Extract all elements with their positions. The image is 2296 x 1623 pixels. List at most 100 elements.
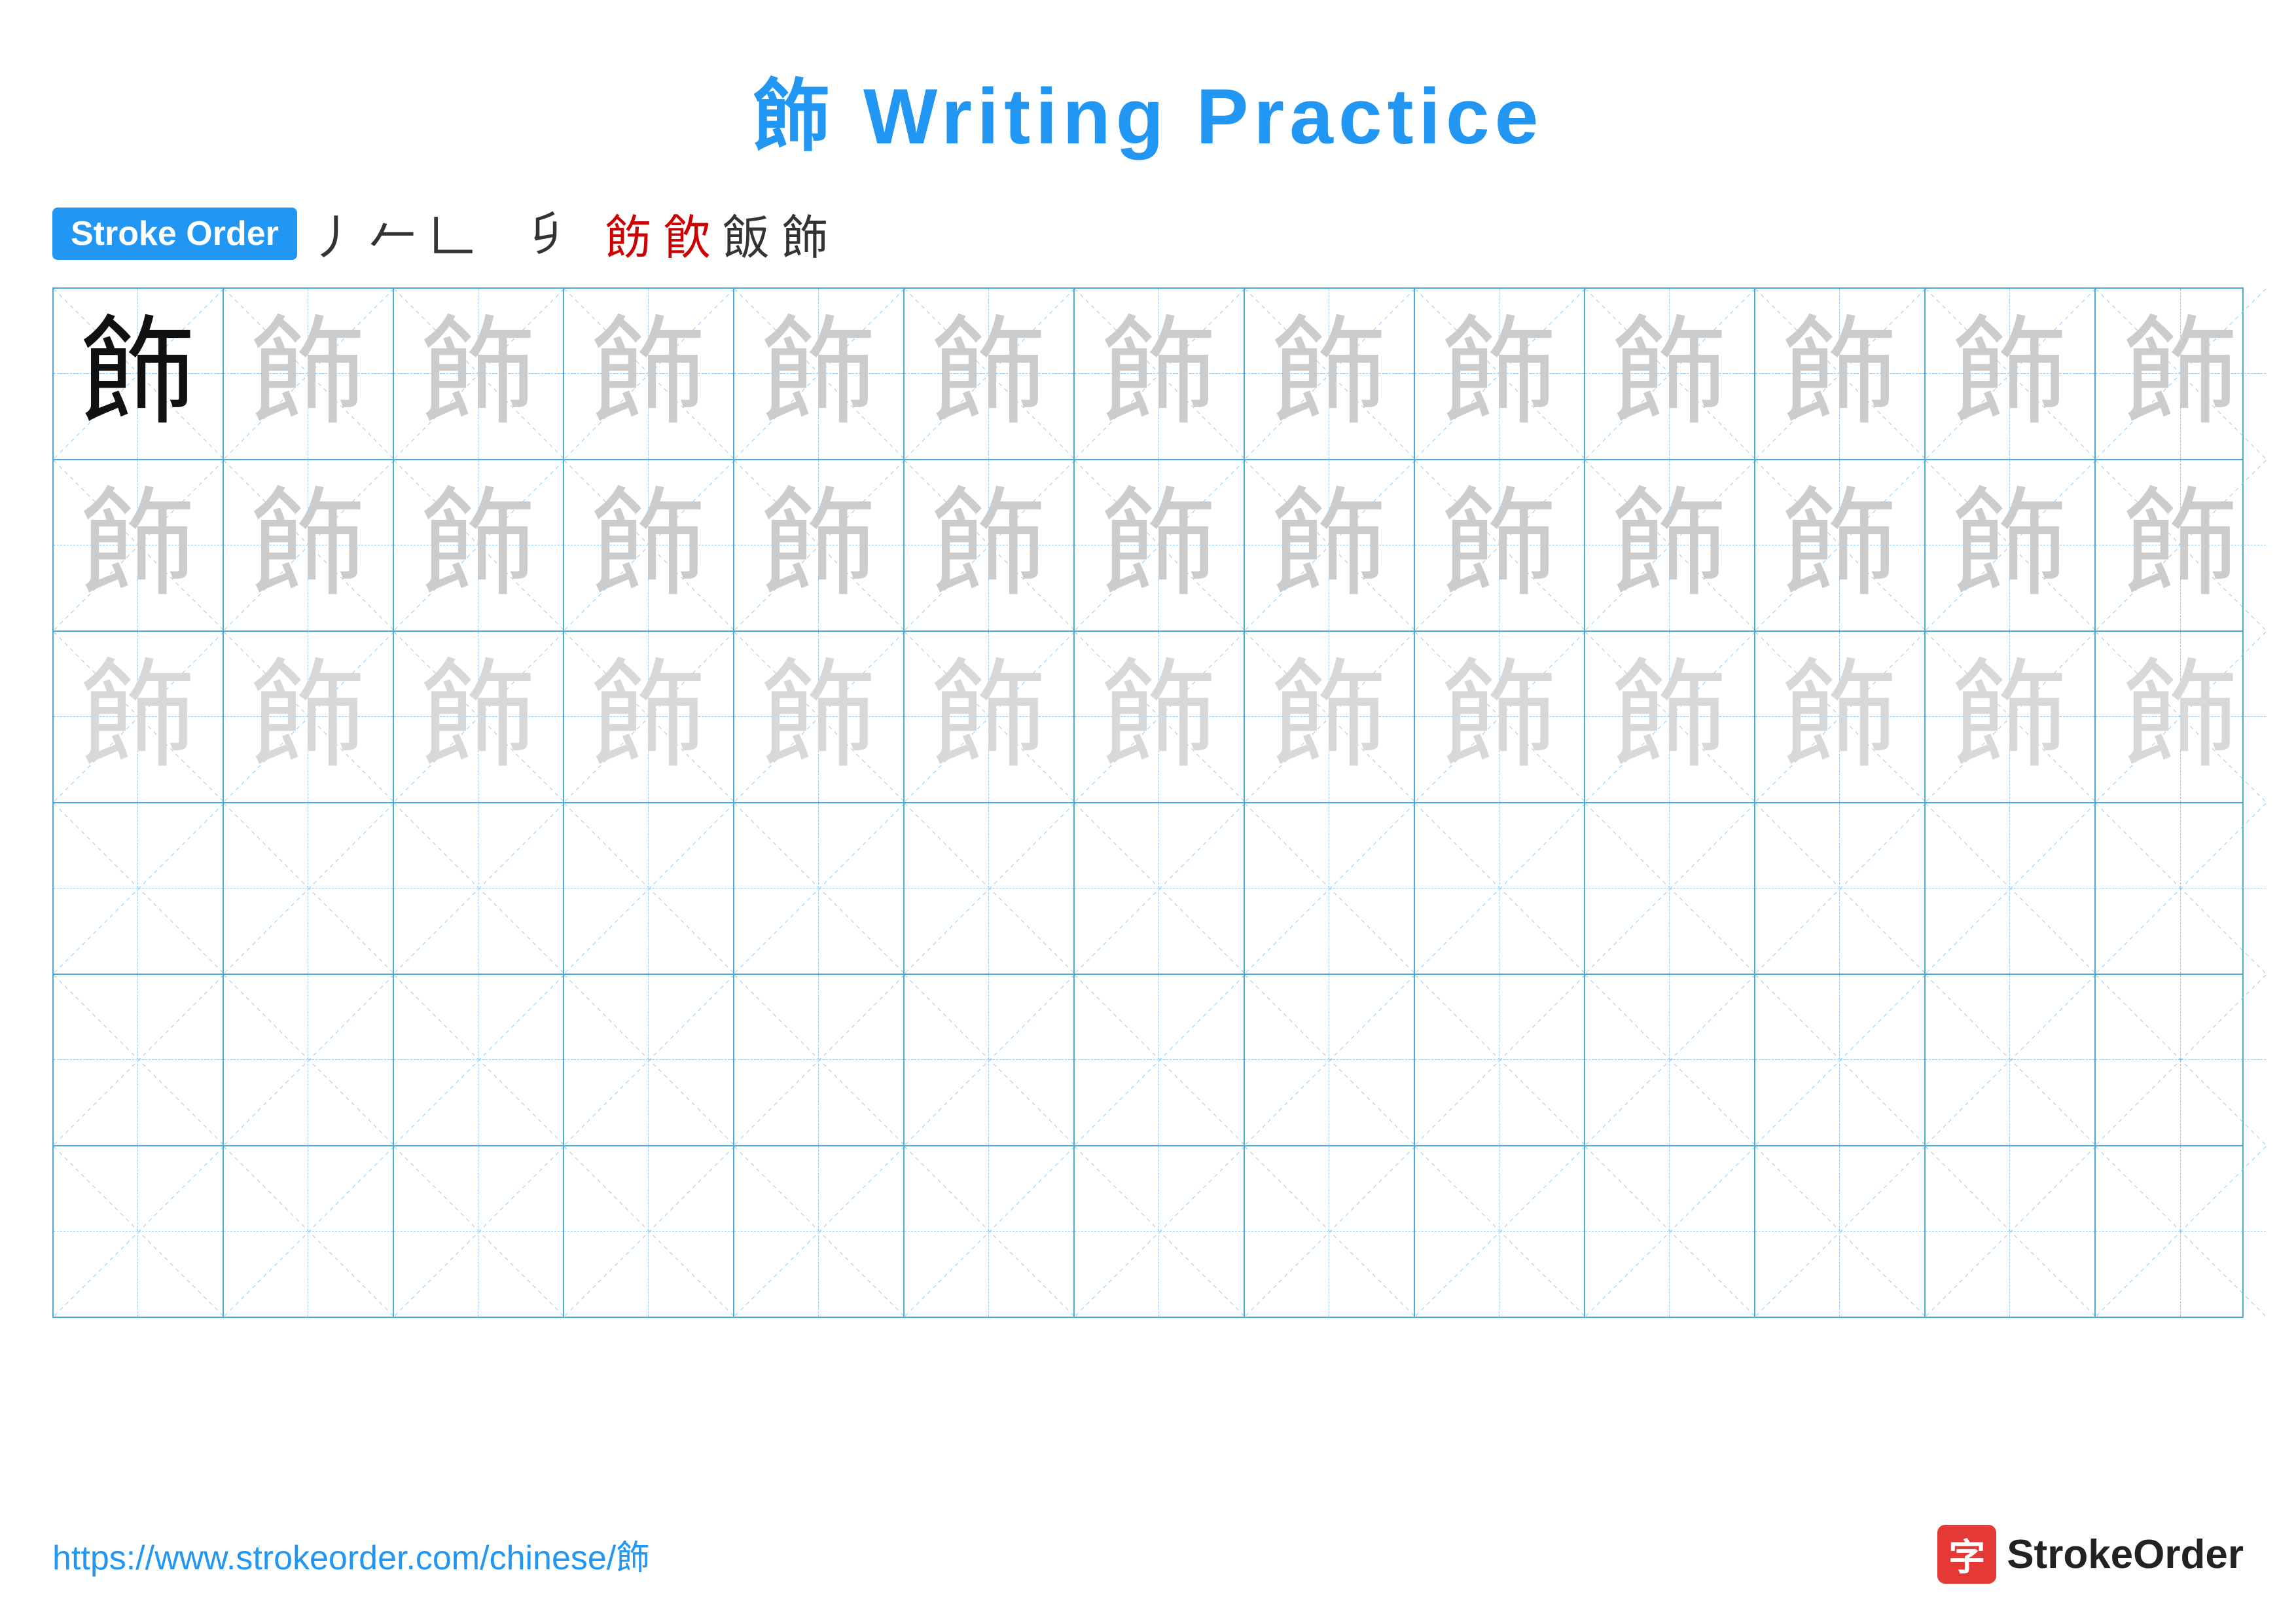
grid-row-2: 飾 飾 飾 飾 飾 飾 飾 飾 (54, 460, 2242, 632)
grid-cell-r3c11[interactable]: 飾 (1755, 632, 1926, 802)
grid-cell-r6c4[interactable] (564, 1146, 734, 1317)
grid-cell-r5c3[interactable] (394, 975, 564, 1145)
grid-cell-r4c10[interactable] (1585, 803, 1755, 974)
grid-cell-r4c9[interactable] (1415, 803, 1585, 974)
char-display: 飾 (590, 486, 708, 604)
grid-cell-r1c6[interactable]: 飾 (905, 289, 1075, 459)
stroke-order-row: Stroke Order 丿 𠂉 𠃊 𠂋 𠂌 𠂍 𠂎 𠂏 𠂐 飭 飮 飯 飾 (52, 199, 2244, 268)
stroke-11: 飮 (664, 199, 711, 268)
grid-cell-r6c6[interactable] (905, 1146, 1075, 1317)
grid-cell-r2c6[interactable]: 飾 (905, 460, 1075, 630)
footer-url[interactable]: https://www.strokeorder.com/chinese/飾 (52, 1530, 650, 1579)
grid-cell-r5c11[interactable] (1755, 975, 1926, 1145)
grid-cell-r2c7[interactable]: 飾 (1075, 460, 1245, 630)
char-display: 飾 (1100, 486, 1218, 604)
char-display: 飾 (79, 658, 197, 776)
char-display-r1c10: 飾 (1611, 315, 1729, 433)
grid-cell-r1c11[interactable]: 飾 (1755, 289, 1926, 459)
grid-cell-r6c7[interactable] (1075, 1146, 1245, 1317)
grid-cell-r3c1[interactable]: 飾 (54, 632, 224, 802)
grid-cell-r2c4[interactable]: 飾 (564, 460, 734, 630)
grid-cell-r4c5[interactable] (734, 803, 905, 974)
grid-cell-r4c12[interactable] (1926, 803, 2096, 974)
grid-cell-r5c12[interactable] (1926, 975, 2096, 1145)
char-display: 飾 (930, 658, 1048, 776)
grid-cell-r2c3[interactable]: 飾 (394, 460, 564, 630)
grid-cell-r5c8[interactable] (1245, 975, 1415, 1145)
grid-cell-r1c8[interactable]: 飾 (1245, 289, 1415, 459)
grid-cell-r1c4[interactable]: 飾 (564, 289, 734, 459)
grid-cell-r1c10[interactable]: 飾 (1585, 289, 1755, 459)
practice-grid[interactable]: 飾 飾 飾 飾 飾 飾 飾 飾 (52, 287, 2244, 1318)
char-display-r1c11: 飾 (1781, 315, 1899, 433)
grid-cell-r4c4[interactable] (564, 803, 734, 974)
grid-cell-r3c6[interactable]: 飾 (905, 632, 1075, 802)
grid-cell-r3c12[interactable]: 飾 (1926, 632, 2096, 802)
char-display: 飾 (930, 486, 1048, 604)
grid-cell-r1c9[interactable]: 飾 (1415, 289, 1585, 459)
grid-cell-r5c10[interactable] (1585, 975, 1755, 1145)
grid-cell-r3c2[interactable]: 飾 (224, 632, 394, 802)
grid-cell-r5c7[interactable] (1075, 975, 1245, 1145)
grid-cell-r4c11[interactable] (1755, 803, 1926, 974)
grid-cell-r6c2[interactable] (224, 1146, 394, 1317)
grid-cell-r6c9[interactable] (1415, 1146, 1585, 1317)
strokeorder-logo-icon: 字 (1937, 1525, 1996, 1584)
grid-cell-r4c2[interactable] (224, 803, 394, 974)
grid-cell-r3c13[interactable]: 飾 (2096, 632, 2266, 802)
grid-cell-r5c5[interactable] (734, 975, 905, 1145)
grid-cell-r6c13[interactable] (2096, 1146, 2266, 1317)
grid-cell-r4c3[interactable] (394, 803, 564, 974)
stroke-12: 飯 (723, 199, 770, 268)
grid-cell-r6c5[interactable] (734, 1146, 905, 1317)
grid-cell-r2c5[interactable]: 飾 (734, 460, 905, 630)
grid-cell-r6c8[interactable] (1245, 1146, 1415, 1317)
grid-cell-r6c3[interactable] (394, 1146, 564, 1317)
grid-cell-r4c6[interactable] (905, 803, 1075, 974)
grid-cell-r4c13[interactable] (2096, 803, 2266, 974)
stroke-3: 𠃊 (428, 199, 475, 268)
grid-cell-r1c7[interactable]: 飾 (1075, 289, 1245, 459)
grid-cell-r2c10[interactable]: 飾 (1585, 460, 1755, 630)
char-display: 飾 (420, 658, 537, 776)
grid-cell-r3c9[interactable]: 飾 (1415, 632, 1585, 802)
grid-cell-r5c6[interactable] (905, 975, 1075, 1145)
char-display-r1c4: 飾 (590, 315, 708, 433)
grid-cell-r4c8[interactable] (1245, 803, 1415, 974)
grid-cell-r2c12[interactable]: 飾 (1926, 460, 2096, 630)
grid-cell-r5c13[interactable] (2096, 975, 2266, 1145)
grid-cell-r3c5[interactable]: 飾 (734, 632, 905, 802)
grid-cell-r3c3[interactable]: 飾 (394, 632, 564, 802)
grid-cell-r4c7[interactable] (1075, 803, 1245, 974)
grid-cell-r3c7[interactable]: 飾 (1075, 632, 1245, 802)
char-display-r1c9: 飾 (1441, 315, 1558, 433)
grid-cell-r2c11[interactable]: 飾 (1755, 460, 1926, 630)
grid-cell-r6c12[interactable] (1926, 1146, 2096, 1317)
char-display: 飾 (760, 486, 878, 604)
char-display: 飾 (1441, 658, 1558, 776)
grid-cell-r1c2[interactable]: 飾 (224, 289, 394, 459)
grid-cell-r2c8[interactable]: 飾 (1245, 460, 1415, 630)
grid-cell-r3c10[interactable]: 飾 (1585, 632, 1755, 802)
grid-cell-r5c1[interactable] (54, 975, 224, 1145)
grid-cell-r5c4[interactable] (564, 975, 734, 1145)
grid-cell-r6c10[interactable] (1585, 1146, 1755, 1317)
grid-cell-r1c1[interactable]: 飾 (54, 289, 224, 459)
grid-cell-r1c3[interactable]: 飾 (394, 289, 564, 459)
grid-cell-r2c2[interactable]: 飾 (224, 460, 394, 630)
grid-cell-r4c1[interactable] (54, 803, 224, 974)
grid-cell-r1c12[interactable]: 飾 (1926, 289, 2096, 459)
grid-cell-r5c2[interactable] (224, 975, 394, 1145)
grid-cell-r6c11[interactable] (1755, 1146, 1926, 1317)
grid-cell-r2c9[interactable]: 飾 (1415, 460, 1585, 630)
grid-cell-r2c1[interactable]: 飾 (54, 460, 224, 630)
grid-cell-r5c9[interactable] (1415, 975, 1585, 1145)
grid-cell-r2c13[interactable]: 飾 (2096, 460, 2266, 630)
char-display: 飾 (249, 486, 367, 604)
grid-cell-r1c5[interactable]: 飾 (734, 289, 905, 459)
char-display-r1c3: 飾 (420, 315, 537, 433)
grid-cell-r6c1[interactable] (54, 1146, 224, 1317)
grid-cell-r3c4[interactable]: 飾 (564, 632, 734, 802)
grid-cell-r3c8[interactable]: 飾 (1245, 632, 1415, 802)
grid-cell-r1c13[interactable]: 飾 (2096, 289, 2266, 459)
